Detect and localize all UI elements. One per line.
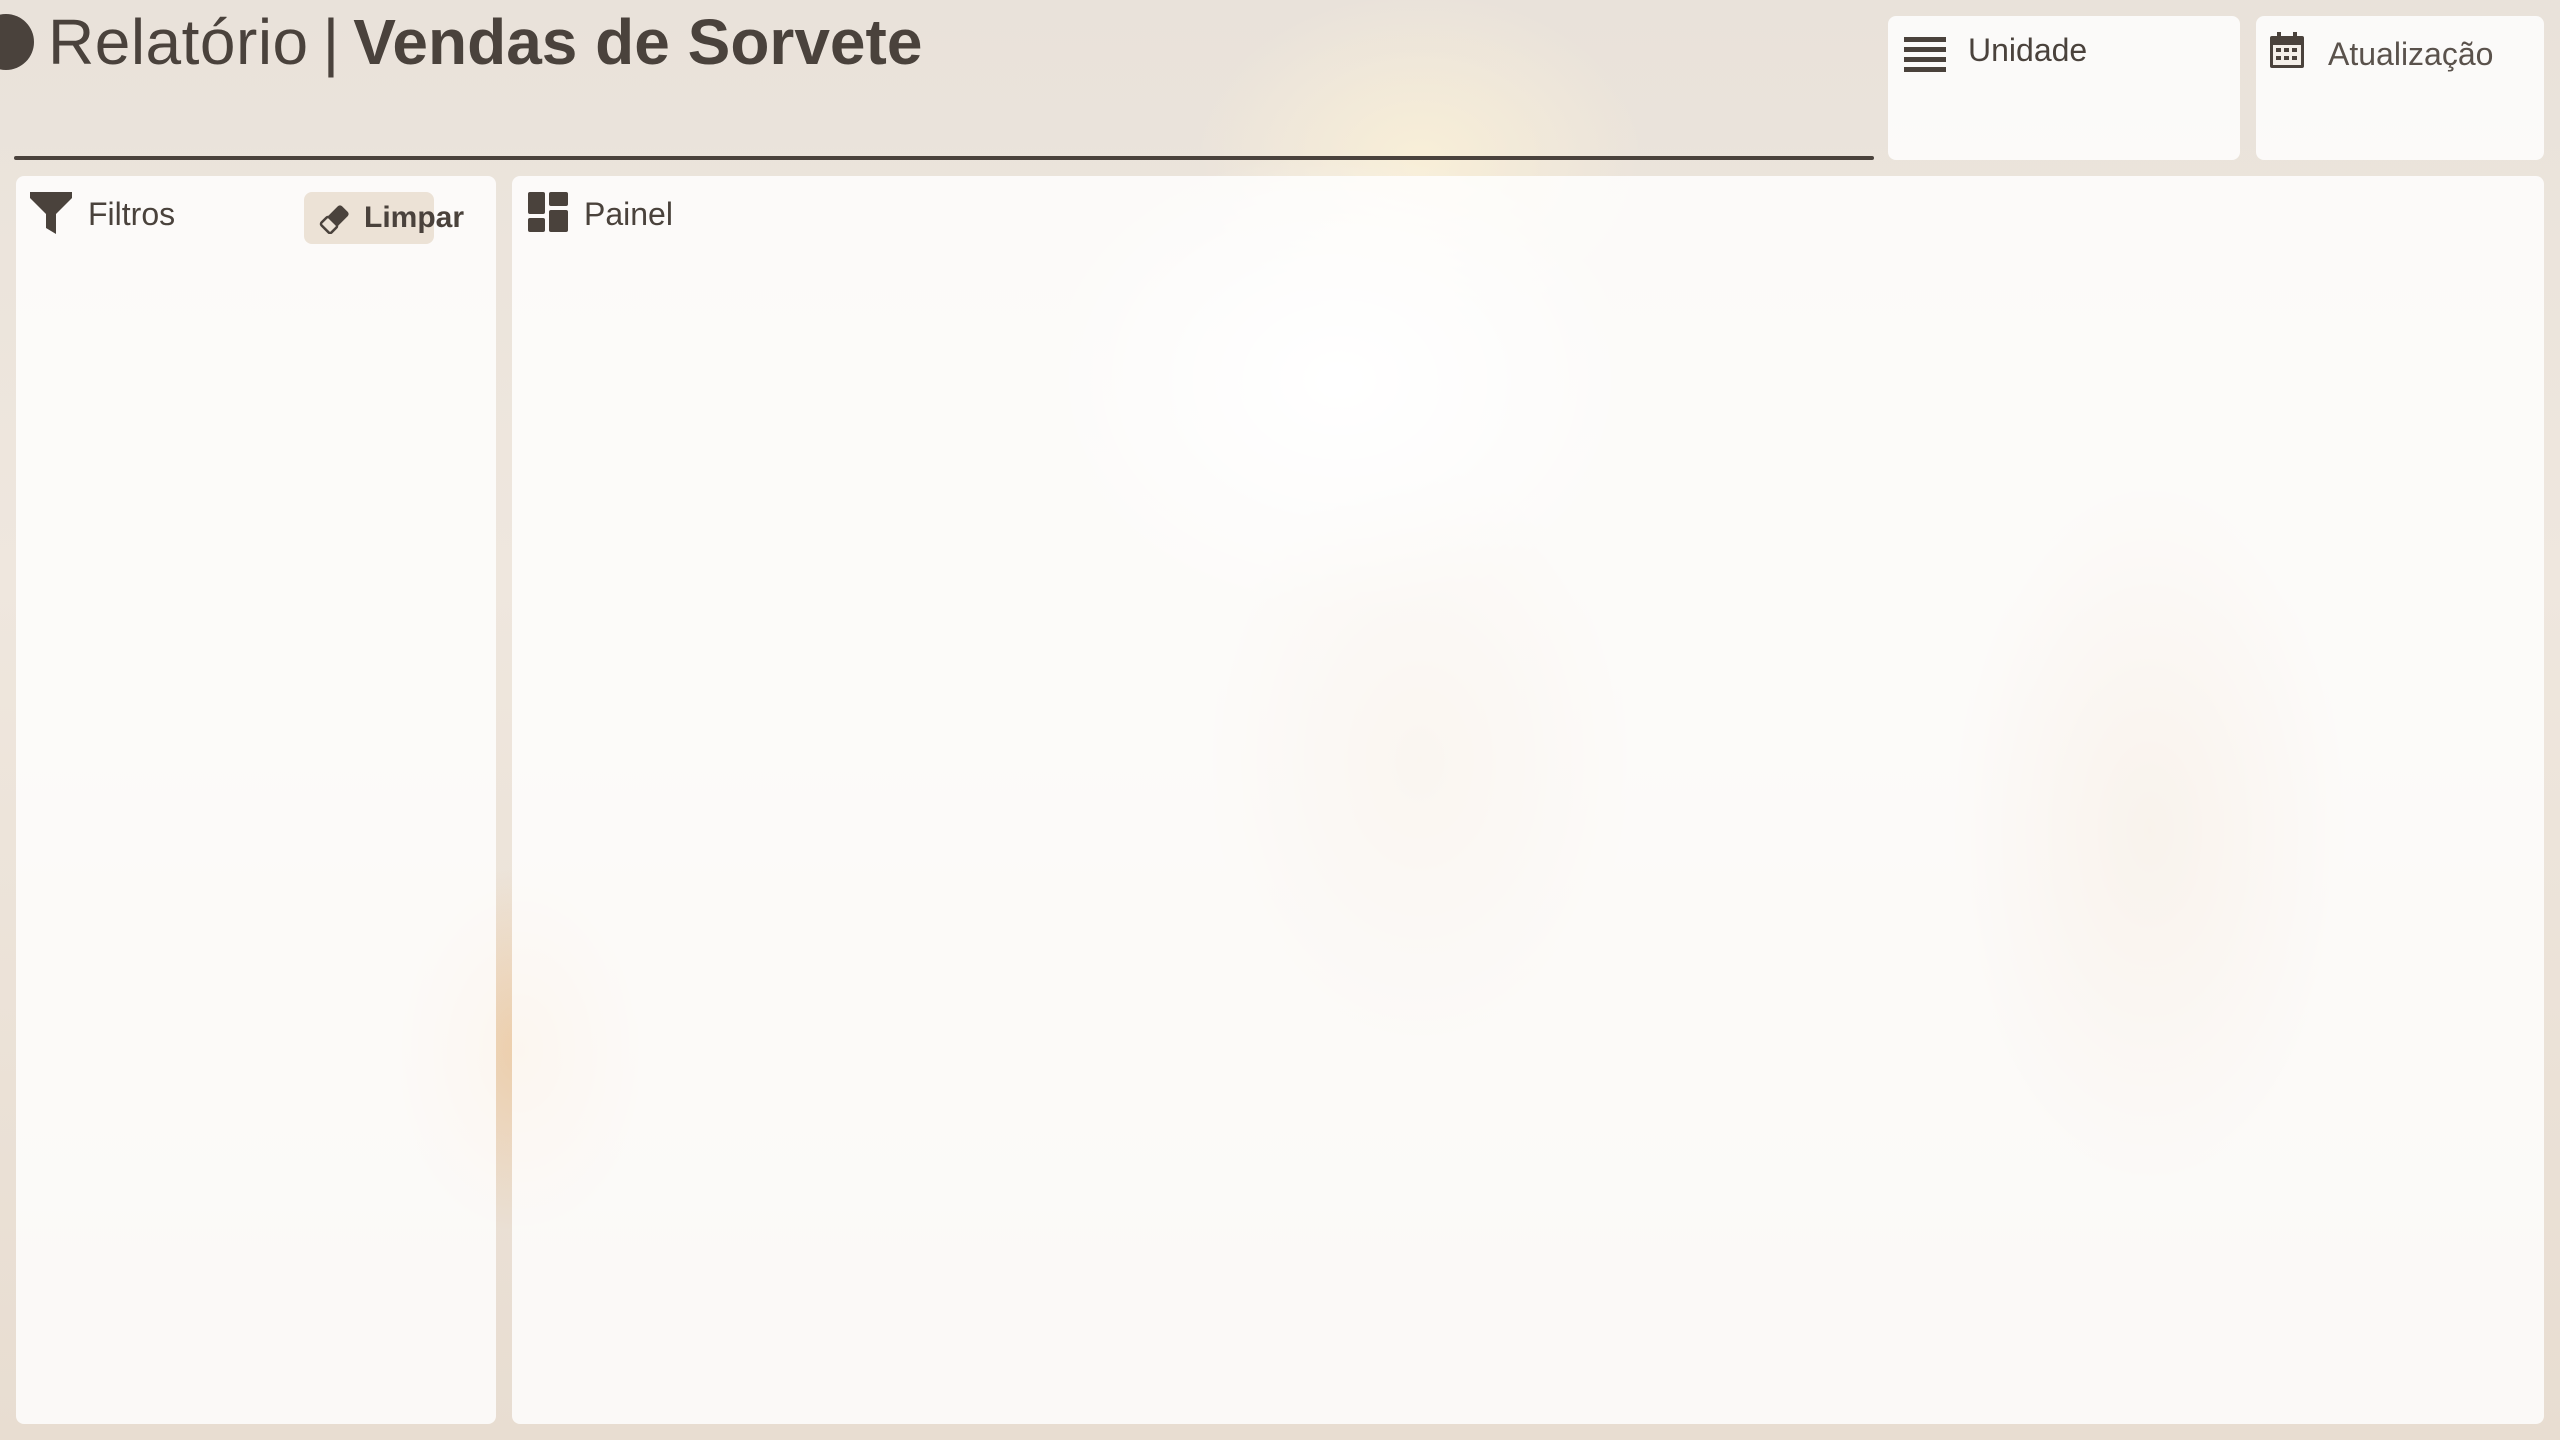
calendar-icon [2270,32,2304,68]
atualizacao-label: Atualização [2328,36,2494,72]
page-title: Relatório | Vendas de Sorvete [48,0,922,84]
funnel-icon [30,192,72,234]
eraser-icon [319,205,349,234]
list-lines-icon [1904,37,1946,72]
filters-panel: Filtros Limpar [16,176,496,1424]
dashboard-panel: Painel [512,176,2544,1424]
atualizacao-card: Atualização [2256,16,2544,160]
unidade-label: Unidade [1968,32,2088,68]
clear-filters-button[interactable]: Limpar [304,192,464,244]
unidade-card[interactable]: Unidade [1888,16,2240,160]
title-underline [14,156,1874,160]
clear-filters-label: Limpar [364,201,465,234]
filters-label: Filtros [88,196,176,232]
dashboard-label: Painel [584,196,673,232]
title-separator: | [322,6,340,78]
title-main: Vendas de Sorvete [353,6,923,78]
title-prefix: Relatório [48,6,309,78]
dashboard-grid-icon [528,192,568,232]
